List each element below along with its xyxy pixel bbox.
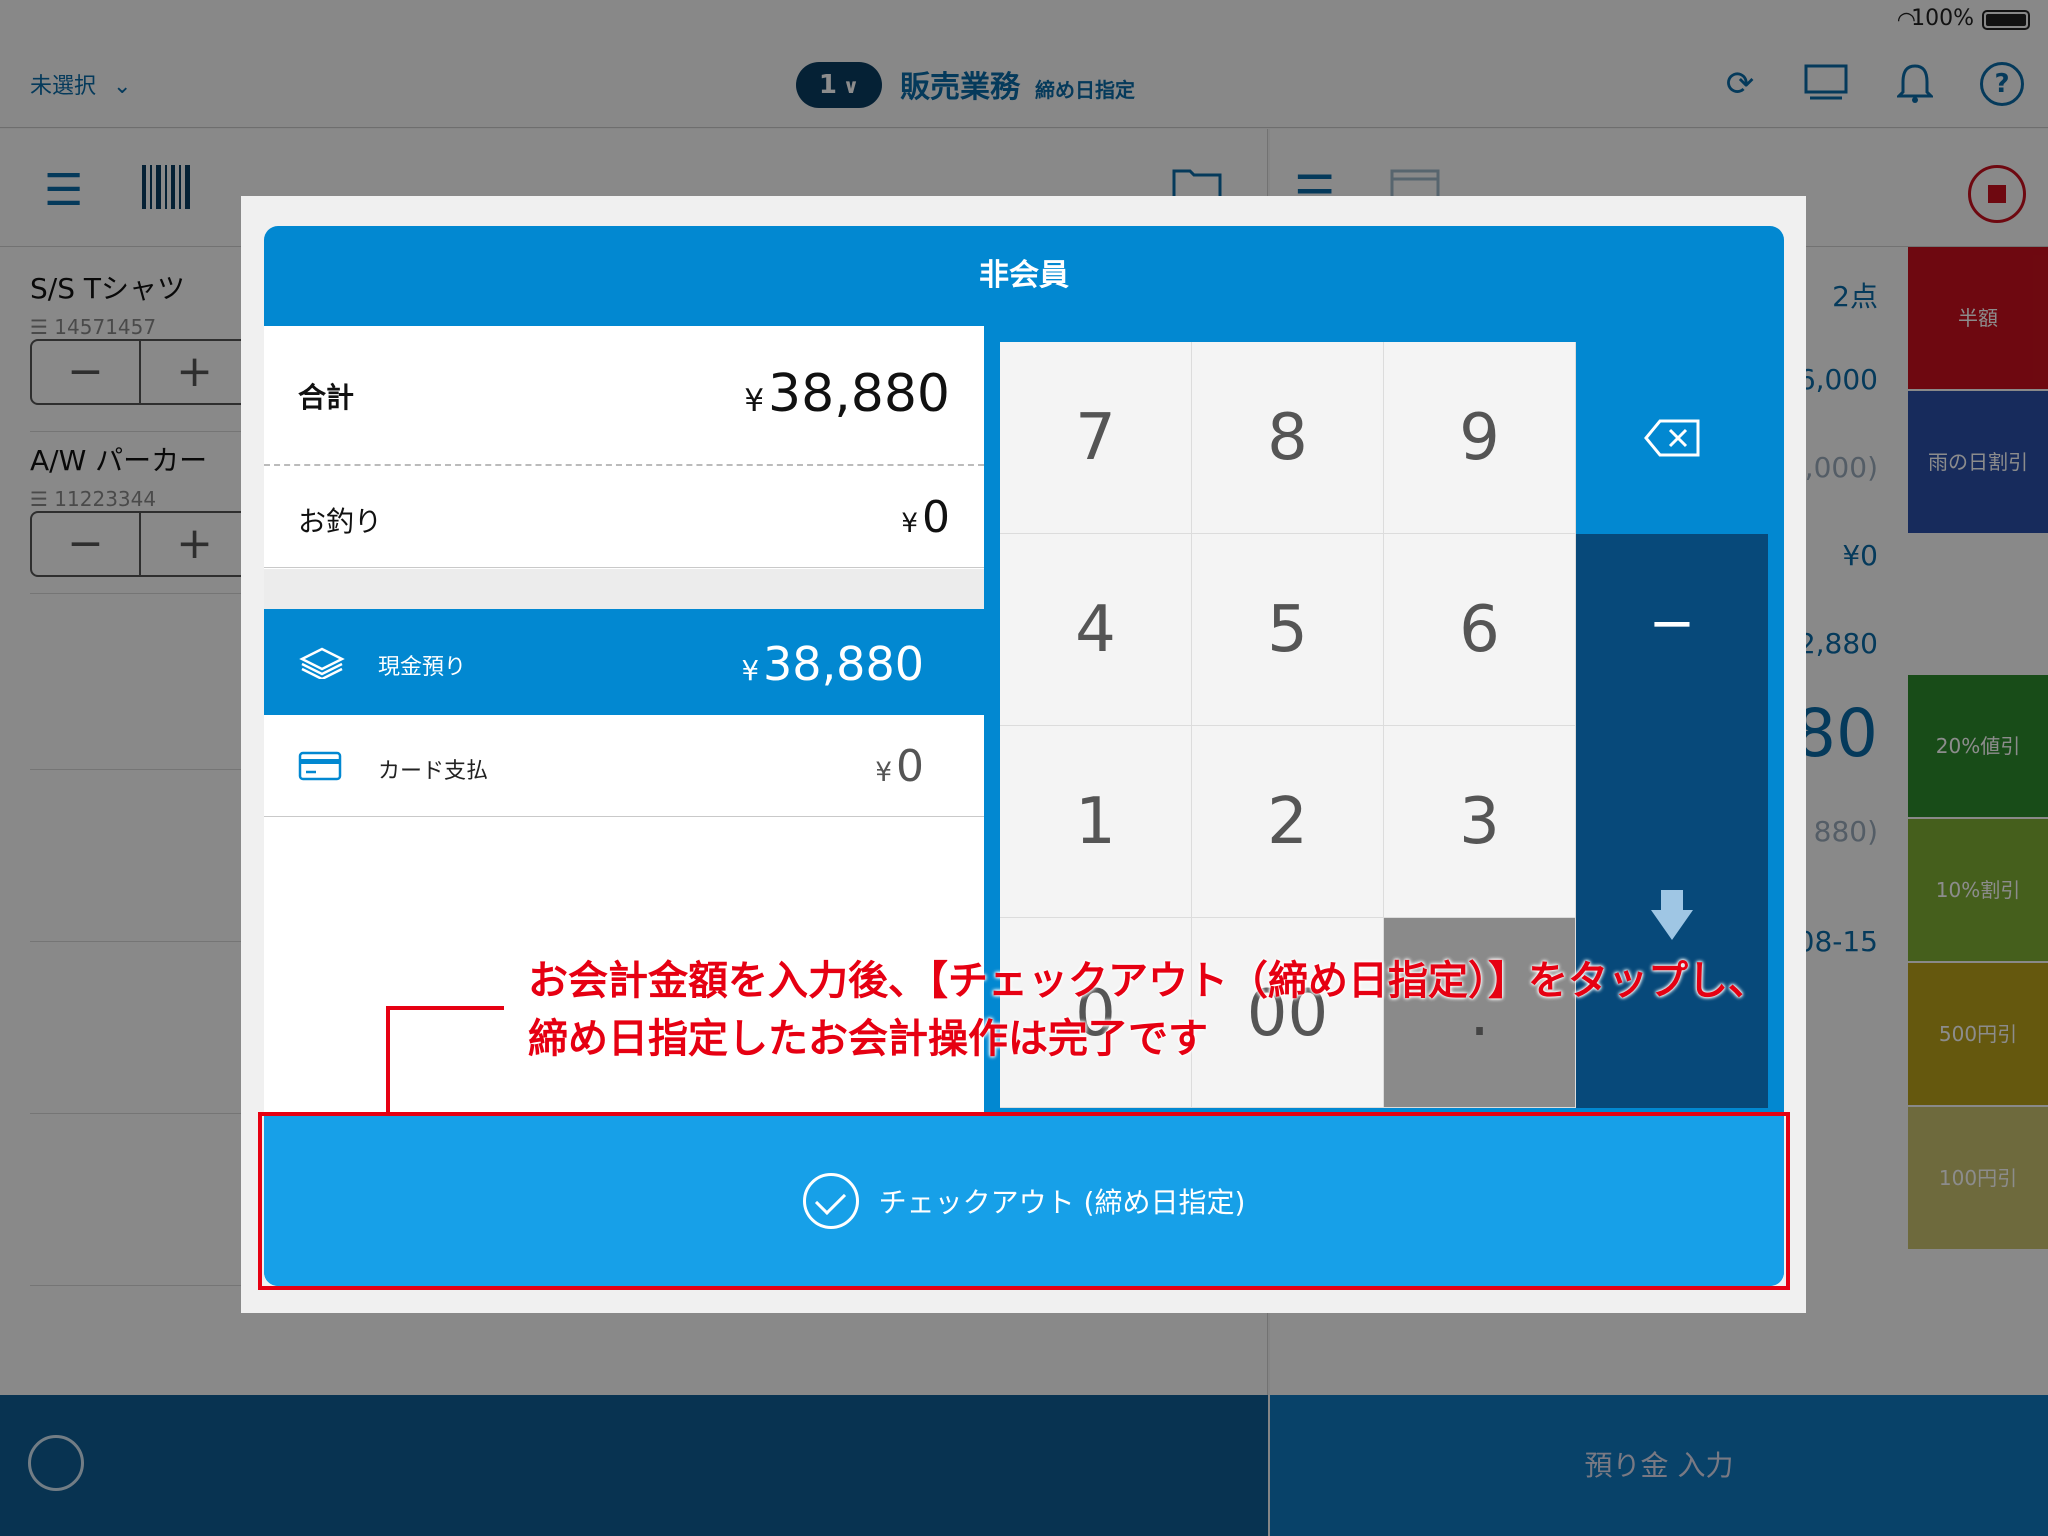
modal-title: 非会員 [979,258,1069,293]
cash-amount: ¥38,880 [741,637,924,691]
card-payment-row[interactable]: カード支払 ¥0 [264,715,984,817]
change-amount: ¥0 [901,492,950,543]
annotation-line-2: 締め日指定したお会計操作は完了です [528,1016,1208,1062]
key-6[interactable]: 6 [1384,534,1576,726]
cash-payment-row[interactable]: 現金預り ¥38,880 [264,609,984,715]
key-9[interactable]: 9 [1384,342,1576,534]
key-5[interactable]: 5 [1192,534,1384,726]
annotation-text: お会計金額を入力後、【チェックアウト（締め日指定）】をタップし、 締め日指定した… [528,952,1818,1068]
total-label: 合計 [298,381,355,414]
key-8[interactable]: 8 [1192,342,1384,534]
change-label: お釣り [298,505,383,538]
key-7[interactable]: 7 [1000,342,1192,534]
card-label: カード支払 [378,759,489,784]
key-2[interactable]: 2 [1192,726,1384,918]
highlight-frame [258,1112,1790,1290]
minus-key[interactable]: − [1576,534,1768,726]
key-3[interactable]: 3 [1384,726,1576,918]
cash-label: 現金預り [378,655,467,680]
callout-line [386,1006,504,1010]
callout-line [386,1008,390,1114]
backspace-key[interactable] [1576,342,1768,534]
key-4[interactable]: 4 [1000,534,1192,726]
key-1[interactable]: 1 [1000,726,1192,918]
total-row: 合計 ¥38,880 [264,326,984,466]
cash-icon [298,645,345,681]
credit-card-icon [298,751,342,781]
total-amount: ¥38,880 [744,364,950,424]
card-amount: ¥0 [875,741,924,792]
section-gap [264,569,984,609]
annotation-line-1: お会計金額を入力後、【チェックアウト（締め日指定）】をタップし、 [528,958,1768,1004]
change-row: お釣り ¥0 [264,466,984,568]
